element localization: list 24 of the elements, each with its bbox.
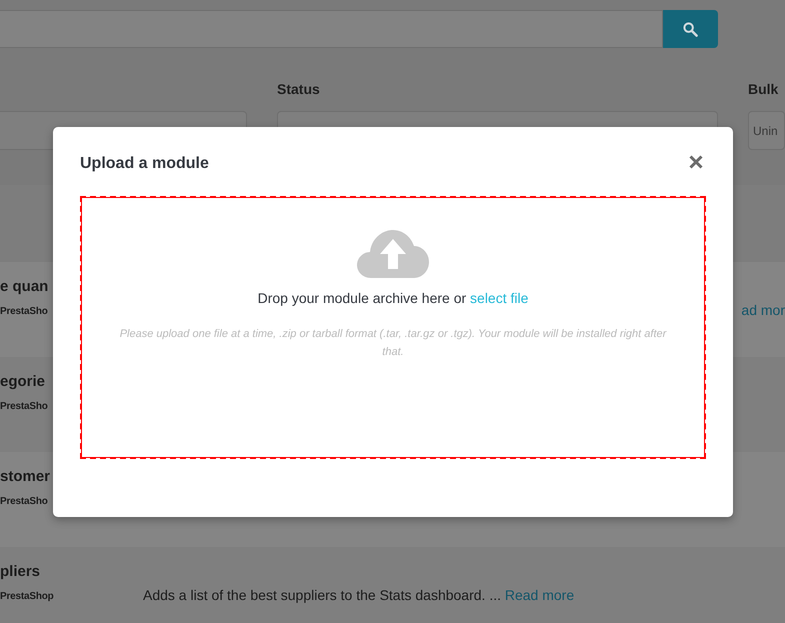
module-author: PrestaSho [0,495,48,509]
module-name: egorie [0,372,46,392]
search-button[interactable] [663,10,718,48]
module-name: e quan [0,277,48,297]
cloud-upload-icon [357,230,429,278]
read-more-link[interactable]: Read more [504,587,574,603]
dropzone[interactable]: Drop your module archive here or select file Please upload one file at a time, .zip or tarball format (.tar, .tar.gz or .tgz). Your module will be installed right after that. [80,196,706,459]
module-author: PrestaSho [0,400,48,414]
read-more-link[interactable]: ad mor [741,300,785,321]
filter-label: Bulk [748,80,778,99]
search-field[interactable] [0,10,663,48]
search-icon [683,22,698,36]
module-author: PrestaSho [0,305,48,319]
module-name: pliers [0,562,40,582]
filter-label: Status [277,80,320,99]
modal-title: Upload a module [80,154,209,174]
module-description: Adds a list of the best suppliers to the Stats dashboard. ... Read more [143,586,574,605]
module-name: stomer [0,467,50,487]
upload-prompt: Drop your module archive here or select file [258,289,528,308]
close-icon [689,155,703,169]
module-author: PrestaShop [0,590,54,604]
select-file-link[interactable]: select file [470,290,528,306]
upload-hint: Please upload one file at a time, .zip or tarball format (.tar, .tar.gz or .tgz). Your module will be installed right after that. [118,327,668,360]
select-field[interactable]: Unin [748,111,785,150]
